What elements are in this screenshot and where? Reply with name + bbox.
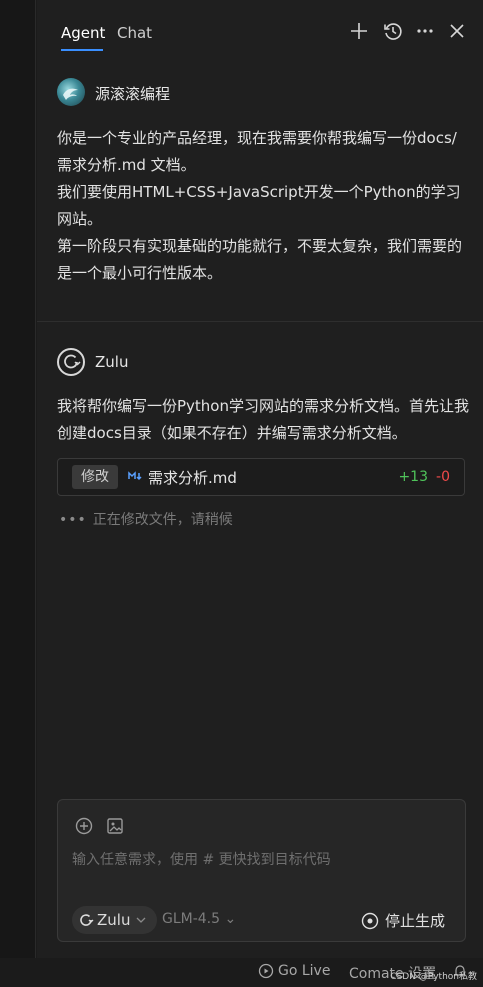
model-selector-label: GLM-4.5 — [162, 911, 221, 927]
user-name: 源滚滚编程 — [95, 85, 171, 103]
message-line: 我们要使用HTML+CSS+JavaScript开发一个Python的学习网站。 — [57, 183, 461, 228]
history-icon[interactable] — [382, 20, 404, 42]
user-message-text: 你是一个专业的产品经理，现在我需要你帮我编写一份docs/需求分析.md 文档。… — [57, 125, 469, 287]
lines-removed: -0 — [436, 469, 450, 485]
status-bar: Go Live Comate 设置 CSDN @Python私教 — [0, 958, 483, 987]
message-line: 第一阶段只有实现基础的功能就行，不要太复杂，我们需要的是一个最小可行性版本。 — [57, 237, 463, 282]
loading-dots-icon: ••• — [59, 512, 87, 528]
agent-selector-label: Zulu — [97, 911, 131, 929]
message-divider — [37, 321, 483, 322]
lines-added: +13 — [398, 469, 428, 485]
tab-chat[interactable]: Chat — [117, 24, 152, 42]
chevron-down-icon — [137, 917, 146, 923]
zulu-avatar — [57, 348, 85, 376]
tab-agent[interactable]: Agent — [61, 24, 105, 42]
assistant-message-text: 我将帮你编写一份Python学习网站的需求分析文档。首先让我创建docs目录（如… — [57, 397, 469, 442]
markdown-icon — [128, 468, 142, 484]
go-live-label: Go Live — [278, 963, 331, 979]
progress-status: ••• 正在修改文件，请稍候 — [59, 509, 233, 529]
stop-generation-label: 停止生成 — [384, 912, 445, 930]
add-context-icon[interactable] — [74, 816, 94, 836]
watermark: CSDN @Python私教 — [390, 972, 477, 982]
go-live-button[interactable]: Go Live — [258, 963, 330, 979]
progress-status-text: 正在修改文件，请稍候 — [92, 512, 233, 528]
model-selector[interactable]: GLM-4.5 ⌄ — [162, 911, 236, 927]
more-icon[interactable] — [414, 20, 436, 42]
prompt-placeholder[interactable]: 输入任意需求，使用 # 更快找到目标代码 — [72, 849, 331, 869]
edited-file-name[interactable]: 需求分析.md — [148, 467, 237, 488]
broadcast-icon — [258, 963, 274, 979]
active-tab-indicator — [61, 49, 103, 51]
stop-icon — [361, 912, 379, 929]
close-icon[interactable] — [446, 20, 468, 42]
prompt-input-box[interactable]: 输入任意需求，使用 # 更快找到目标代码 Zulu GLM-4.5 ⌄ 停止生成 — [57, 799, 466, 942]
agent-selector[interactable]: Zulu — [72, 906, 158, 934]
plus-icon[interactable] — [348, 20, 370, 42]
zulu-icon — [80, 914, 94, 926]
image-upload-icon[interactable] — [105, 816, 125, 836]
chevron-down-icon: ⌄ — [224, 911, 237, 927]
edit-badge: 修改 — [72, 465, 118, 489]
panel-header: Agent Chat — [37, 0, 483, 52]
file-edit-card[interactable]: 修改 需求分析.md +13 -0 — [57, 458, 465, 496]
message-line: 你是一个专业的产品经理，现在我需要你帮我编写一份docs/需求分析.md 文档。 — [57, 129, 457, 174]
ai-chat-panel: Agent Chat 源滚滚编程 你是一个专业的产品经理，现在我需要你帮我编写一… — [37, 0, 483, 958]
editor-gutter — [0, 0, 36, 987]
user-avatar — [57, 78, 85, 106]
assistant-name: Zulu — [95, 353, 129, 371]
stop-generation-button[interactable]: 停止生成 — [361, 910, 445, 931]
